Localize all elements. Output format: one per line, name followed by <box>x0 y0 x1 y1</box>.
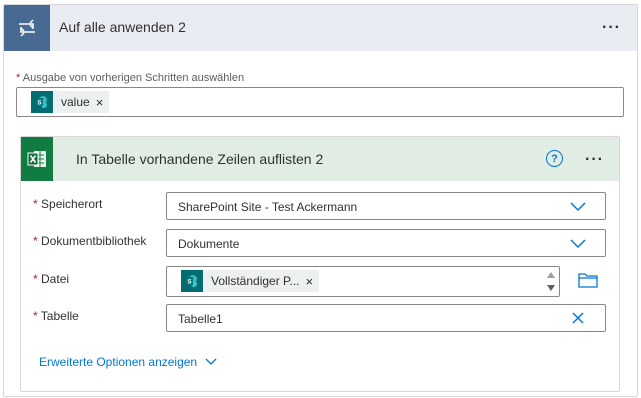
location-label: * Speicherort <box>33 197 102 211</box>
svg-text:S: S <box>37 101 41 107</box>
action-more-options-button[interactable]: ··· <box>585 152 604 168</box>
file-input[interactable]: S Vollständiger P... × <box>166 266 560 297</box>
library-label-text: Dokumentbibliothek <box>41 234 147 248</box>
chevron-down-icon[interactable] <box>570 239 586 249</box>
advanced-options-label: Erweiterte Optionen anzeigen <box>39 355 198 369</box>
previous-output-label: * Ausgabe von vorherigen Schritten auswä… <box>16 72 244 84</box>
file-label: * Datei <box>33 272 69 286</box>
list-rows-action-card: In Tabelle vorhandene Zeilen auflisten 2… <box>20 136 620 392</box>
library-value: Dokumente <box>178 237 240 251</box>
table-value: Tabelle1 <box>178 312 223 326</box>
previous-output-label-text: Ausgabe von vorherigen Schritten auswähl… <box>22 72 245 84</box>
apply-to-each-card: Auf alle anwenden 2 ··· * Ausgabe von vo… <box>3 4 638 397</box>
apply-to-each-title: Auf alle anwenden 2 <box>59 19 186 35</box>
sharepoint-icon: S <box>31 91 53 113</box>
table-label: * Tabelle <box>33 309 79 323</box>
required-marker: * <box>16 72 21 84</box>
required-marker: * <box>33 309 38 323</box>
library-label: * Dokumentbibliothek <box>33 234 146 248</box>
loop-more-options-button[interactable]: ··· <box>602 20 621 36</box>
remove-full-path-token-button[interactable]: × <box>306 274 320 289</box>
chevron-down-icon[interactable] <box>570 202 586 212</box>
show-advanced-options-link[interactable]: Erweiterte Optionen anzeigen <box>39 355 217 369</box>
location-dropdown[interactable]: SharePoint Site - Test Ackermann <box>166 192 606 220</box>
folder-picker-icon[interactable] <box>578 272 598 288</box>
location-value: SharePoint Site - Test Ackermann <box>178 200 358 214</box>
list-rows-action-header[interactable]: In Tabelle vorhandene Zeilen auflisten 2… <box>21 137 619 181</box>
loop-icon <box>4 5 50 51</box>
previous-output-input[interactable]: S value × <box>16 87 624 117</box>
apply-to-each-header[interactable]: Auf alle anwenden 2 ··· <box>4 5 637 51</box>
help-icon[interactable]: ? <box>546 150 563 167</box>
excel-icon <box>21 137 53 181</box>
file-label-text: Datei <box>41 272 70 286</box>
scroll-up-icon[interactable] <box>547 272 555 278</box>
table-input[interactable]: Tabelle1 <box>166 304 606 332</box>
library-dropdown[interactable]: Dokumente <box>166 229 606 257</box>
file-scrollbar[interactable] <box>543 267 559 296</box>
required-marker: * <box>33 272 38 286</box>
table-label-text: Tabelle <box>40 309 79 323</box>
value-token-label: value <box>61 95 90 109</box>
value-token[interactable]: S value × <box>31 91 110 113</box>
remove-value-token-button[interactable]: × <box>96 95 110 110</box>
svg-text:S: S <box>187 280 191 286</box>
chevron-down-icon <box>205 358 217 365</box>
clear-icon[interactable] <box>572 312 584 324</box>
required-marker: * <box>33 234 38 248</box>
location-label-text: Speicherort <box>41 197 103 211</box>
full-path-token[interactable]: S Vollständiger P... × <box>181 270 320 292</box>
list-rows-action-title: In Tabelle vorhandene Zeilen auflisten 2 <box>76 151 324 167</box>
sharepoint-icon: S <box>181 270 203 292</box>
scroll-down-icon[interactable] <box>547 285 555 291</box>
required-marker: * <box>33 197 38 211</box>
full-path-token-label: Vollständiger P... <box>211 274 300 288</box>
